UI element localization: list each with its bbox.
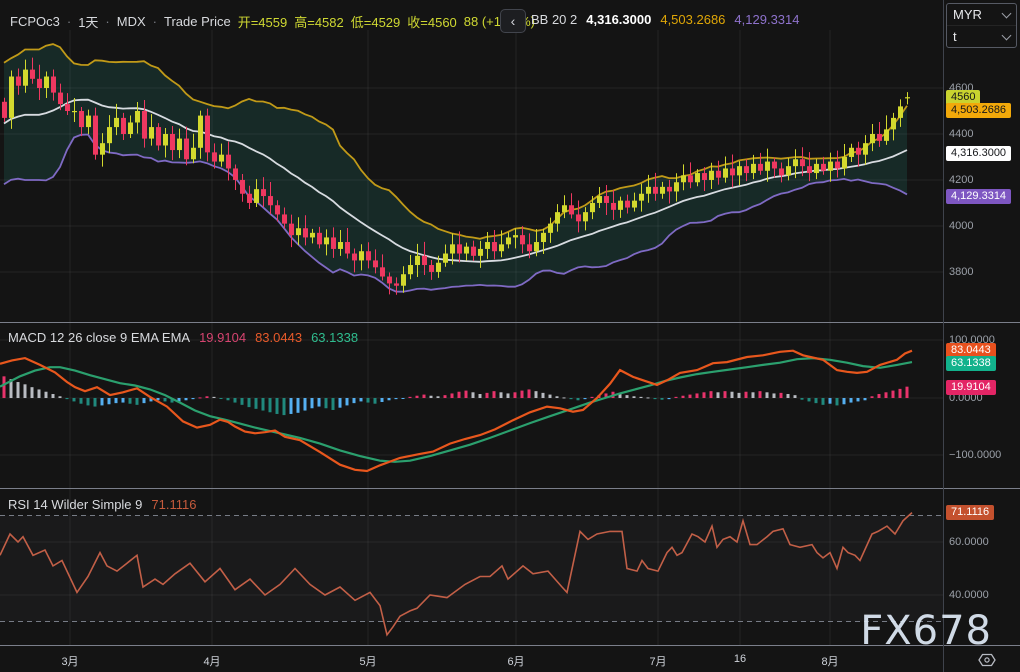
rsi-value-badge: 71.1116	[946, 505, 994, 520]
ohlc-close: 收=4560	[407, 12, 457, 31]
time-axis-settings-icon[interactable]	[976, 652, 998, 668]
interval-label[interactable]: 1天	[78, 12, 98, 31]
unit-value: t	[953, 29, 957, 44]
time-axis-label: 16	[734, 653, 746, 665]
bb-legend[interactable]: BB 20 2 4,316.3000 4,503.2686 4,129.3314	[531, 12, 800, 27]
series-type-label: Trade Price	[164, 14, 231, 29]
macd-hist-value: 19.9104	[199, 330, 246, 345]
time-axis-label: 6月	[507, 653, 524, 669]
macd-line-value: 83.0443	[255, 330, 302, 345]
chevron-left-icon: ‹	[511, 13, 516, 29]
ohlc-open: 开=4559	[238, 12, 288, 31]
rsi-value: 71.1116	[151, 497, 196, 512]
time-axis-label: 3月	[61, 653, 78, 669]
time-axis-label: 4月	[203, 653, 220, 669]
bb-lower-value: 4,129.3314	[734, 12, 799, 27]
exchange-label: MDX	[117, 14, 146, 29]
bb-upper-badge: 4,503.2686	[946, 103, 1011, 118]
currency-select[interactable]: MYR	[947, 4, 1016, 25]
rsi-band	[0, 516, 943, 622]
rsi-legend[interactable]: RSI 14 Wilder Simple 9 71.1116	[8, 497, 196, 512]
separator: ·	[67, 14, 71, 29]
bollinger-bands	[4, 44, 907, 292]
bb-label: BB 20 2	[531, 12, 577, 27]
chevron-down-icon	[1002, 30, 1012, 40]
chart-window: FCPOc3 · 1天 · MDX · Trade Price 开=4559 高…	[0, 0, 1020, 672]
bb-upper-value: 4,503.2686	[660, 12, 725, 27]
symbol-header[interactable]: FCPOc3 · 1天 · MDX · Trade Price 开=4559 高…	[10, 12, 535, 31]
price-axis-tick: 3800	[949, 265, 973, 279]
price-scale-settings: MYR t	[946, 3, 1017, 48]
macd-signal-value: 63.1338	[311, 330, 358, 345]
currency-value: MYR	[953, 7, 982, 22]
macd-signal-badge: 63.1338	[946, 356, 996, 371]
fx678-watermark: FX678	[860, 608, 992, 654]
chevron-down-icon	[1002, 8, 1012, 18]
macd-axis-tick: −100.0000	[949, 448, 1001, 462]
collapse-indicators-button[interactable]: ‹	[500, 9, 526, 33]
bb-basis-value: 4,316.3000	[586, 12, 651, 27]
symbol-name[interactable]: FCPOc3	[10, 14, 60, 29]
macd-label: MACD 12 26 close 9 EMA EMA	[8, 330, 190, 345]
macd-hist-badge: 19.9104	[946, 380, 996, 395]
ohlc-high: 高=4582	[294, 12, 344, 31]
price-axis-tick: 4200	[949, 173, 973, 187]
ohlc-low: 低=4529	[351, 12, 401, 31]
macd-lines	[0, 351, 912, 471]
separator: ·	[153, 14, 157, 29]
time-axis-label: 7月	[649, 653, 666, 669]
separator: ·	[105, 14, 109, 29]
unit-select[interactable]: t	[947, 25, 1016, 47]
price-axis-tick: 4000	[949, 219, 973, 233]
bb-lower-badge: 4,129.3314	[946, 189, 1011, 204]
price-axis-tick: 4400	[949, 127, 973, 141]
time-axis-label: 8月	[821, 653, 838, 669]
rsi-label: RSI 14 Wilder Simple 9	[8, 497, 142, 512]
rsi-axis-tick: 40.0000	[949, 588, 989, 602]
macd-legend[interactable]: MACD 12 26 close 9 EMA EMA 19.9104 83.04…	[8, 330, 358, 345]
time-axis-label: 5月	[359, 653, 376, 669]
rsi-axis-tick: 60.0000	[949, 535, 989, 549]
bb-basis-badge: 4,316.3000	[946, 146, 1011, 161]
macd-histogram	[3, 376, 909, 415]
